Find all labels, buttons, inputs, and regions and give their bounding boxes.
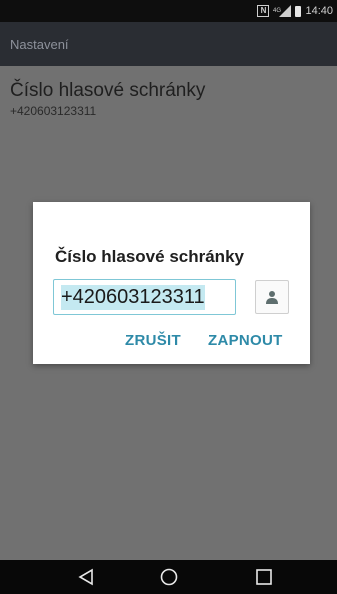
voicemail-number-preference[interactable]: Číslo hlasové schránky +420603123311 (10, 80, 205, 119)
navigation-bar (0, 560, 337, 594)
app-bar: Nastavení (0, 22, 337, 66)
home-circle-icon (160, 568, 178, 586)
svg-text:4G: 4G (273, 8, 281, 14)
voicemail-number-dialog: Číslo hlasové schránky +420603123311 ZRU… (33, 202, 310, 364)
page-title: Nastavení (10, 36, 69, 52)
signal-icon: 4G (273, 5, 292, 17)
preference-title: Číslo hlasové schránky (10, 80, 206, 101)
home-button[interactable] (157, 565, 181, 589)
recents-square-icon (256, 569, 272, 585)
status-time: 14:40 (305, 5, 333, 17)
recents-button[interactable] (252, 565, 276, 589)
cancel-button[interactable]: ZRUŠIT (125, 332, 181, 349)
voicemail-number-value: +420603123311 (61, 284, 205, 310)
status-bar: N 4G 14:40 (0, 0, 337, 22)
back-button[interactable] (74, 565, 98, 589)
dialog-title: Číslo hlasové schránky (55, 247, 244, 266)
nfc-icon: N (257, 5, 270, 17)
back-triangle-icon (78, 568, 93, 586)
preference-summary: +420603123311 (10, 104, 97, 118)
person-icon (266, 291, 278, 304)
dialog-actions: ZRUŠIT ZAPNOUT (33, 332, 310, 354)
battery-icon (295, 5, 302, 17)
voicemail-number-input[interactable]: +420603123311 (53, 279, 236, 315)
enable-button[interactable]: ZAPNOUT (208, 332, 283, 349)
pick-contact-button[interactable] (255, 280, 289, 314)
